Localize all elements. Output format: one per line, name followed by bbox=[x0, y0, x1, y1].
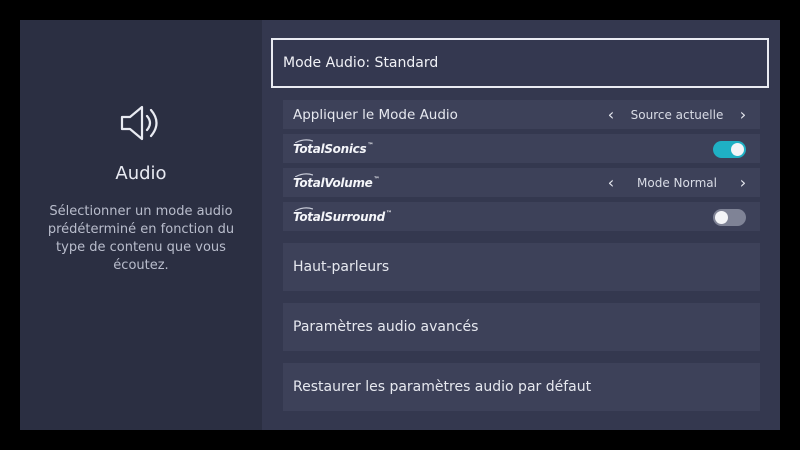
toggle-knob bbox=[715, 211, 728, 224]
total-sonics-label: TotalSonics bbox=[293, 141, 367, 156]
chevron-right-icon[interactable]: › bbox=[736, 173, 750, 192]
speakers-row[interactable]: Haut-parleurs bbox=[283, 243, 760, 291]
total-surround-row[interactable]: TotalSurround™ bbox=[283, 202, 760, 231]
apply-audio-mode-selector: ‹ Source actuelle › bbox=[604, 100, 750, 129]
apply-audio-mode-value: Source actuelle bbox=[630, 107, 724, 122]
total-volume-row[interactable]: TotalVolume™ ‹ Mode Normal › bbox=[283, 168, 760, 197]
advanced-audio-settings-row[interactable]: Paramètres audio avancés bbox=[283, 303, 760, 351]
total-volume-selector: ‹ Mode Normal › bbox=[604, 168, 750, 197]
toggle-knob bbox=[731, 143, 744, 156]
chevron-right-icon[interactable]: › bbox=[736, 105, 750, 124]
audio-mode-title: Mode Audio: Standard bbox=[283, 55, 439, 71]
speaker-icon bbox=[120, 105, 158, 141]
total-volume-value: Mode Normal bbox=[637, 175, 717, 190]
audio-mode-header[interactable]: Mode Audio: Standard bbox=[271, 38, 769, 88]
trademark: ™ bbox=[367, 141, 374, 149]
total-volume-label: TotalVolume bbox=[293, 175, 373, 190]
swoosh-icon bbox=[295, 206, 313, 211]
total-surround-toggle[interactable] bbox=[713, 209, 746, 226]
apply-audio-mode-row[interactable]: Appliquer le Mode Audio ‹ Source actuell… bbox=[283, 100, 760, 129]
trademark: ™ bbox=[385, 209, 392, 217]
trademark: ™ bbox=[373, 175, 380, 183]
restore-audio-defaults-label: Restaurer les paramètres audio par défau… bbox=[293, 379, 592, 395]
chevron-left-icon[interactable]: ‹ bbox=[604, 173, 618, 192]
total-sonics-toggle[interactable] bbox=[713, 141, 746, 158]
tv-settings-screen: Audio Sélectionner un mode audio prédéte… bbox=[20, 20, 780, 430]
advanced-audio-settings-label: Paramètres audio avancés bbox=[293, 319, 479, 335]
restore-audio-defaults-row[interactable]: Restaurer les paramètres audio par défau… bbox=[283, 363, 760, 411]
panel-title: Audio bbox=[115, 163, 167, 184]
total-surround-logo: TotalSurround™ bbox=[293, 206, 392, 224]
total-surround-label: TotalSurround bbox=[293, 209, 385, 224]
speakers-label: Haut-parleurs bbox=[293, 259, 390, 275]
apply-audio-mode-label: Appliquer le Mode Audio bbox=[293, 106, 458, 123]
swoosh-icon bbox=[295, 138, 313, 143]
info-panel: Audio Sélectionner un mode audio prédéte… bbox=[20, 20, 262, 430]
panel-description: Sélectionner un mode audio prédéterminé … bbox=[47, 204, 235, 273]
chevron-left-icon[interactable]: ‹ bbox=[604, 105, 618, 124]
total-sonics-logo: TotalSonics™ bbox=[293, 138, 374, 156]
total-volume-logo: TotalVolume™ bbox=[293, 172, 380, 190]
swoosh-icon bbox=[295, 172, 313, 177]
settings-list: Mode Audio: Standard Appliquer le Mode A… bbox=[262, 20, 780, 430]
total-sonics-row[interactable]: TotalSonics™ bbox=[283, 134, 760, 163]
